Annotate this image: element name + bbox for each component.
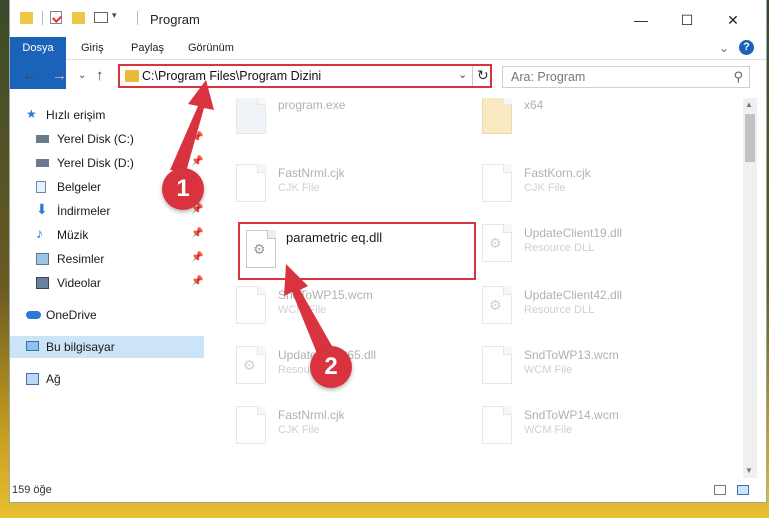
callout-badge-2: 2 [310, 346, 352, 388]
quick-access-dropdown-icon[interactable]: ▾ [112, 10, 126, 24]
scroll-up-icon[interactable]: ▲ [745, 100, 753, 109]
file-item[interactable]: SndToWP15.wcm WCM File [214, 280, 444, 332]
dll-file-icon: ⚙ [482, 286, 512, 324]
file-list: program.exe x64 FastNrml.cjk CJK File Fa… [214, 98, 740, 478]
file-item[interactable]: SndToWP13.wcm WCM File [460, 340, 690, 392]
title-bar: ▾ Program — ☐ ✕ [10, 0, 766, 37]
sidebar-item-onedrive[interactable]: OneDrive [10, 304, 204, 326]
search-input[interactable]: Ara: Program ⚲ [502, 66, 750, 88]
sidebar-item-this-pc[interactable]: Bu bilgisayar [10, 336, 204, 358]
file-item[interactable]: ⚙ UpdateClient19.dll Resource DLL [460, 218, 690, 270]
music-icon: ♪ [36, 225, 43, 241]
address-path: C:\Program Files\Program Dizini [142, 69, 322, 83]
pin-icon: 📌 [191, 252, 204, 263]
file-icon [236, 286, 266, 324]
documents-icon [36, 181, 46, 193]
drive-icon [36, 159, 49, 167]
cloud-icon [26, 311, 41, 319]
folder-icon [482, 98, 512, 134]
scroll-down-icon[interactable]: ▼ [745, 466, 753, 475]
computer-icon [26, 341, 39, 351]
close-button[interactable]: ✕ [710, 8, 756, 32]
file-icon [236, 164, 266, 202]
star-icon: ★ [26, 107, 37, 121]
gear-icon: ⚙ [243, 357, 256, 373]
sidebar-item-quick-access[interactable]: ★ Hızlı erişim [10, 104, 204, 126]
file-item[interactable]: FastNrml.cjk CJK File [214, 158, 444, 210]
divider [472, 66, 473, 86]
tab-home[interactable]: Giriş [81, 37, 104, 59]
properties-icon[interactable] [50, 11, 62, 24]
maximize-button[interactable]: ☐ [664, 8, 710, 32]
pin-icon: 📌 [191, 156, 204, 167]
minimize-button[interactable]: — [618, 8, 664, 32]
folder-icon [20, 12, 33, 24]
address-bar[interactable]: C:\Program Files\Program Dizini ⌄ ↻ [118, 64, 492, 88]
new-folder-icon[interactable] [72, 12, 85, 24]
file-item[interactable]: FastNrml.cjk CJK File [214, 400, 444, 452]
dll-file-icon: ⚙ [236, 346, 266, 384]
status-bar: 159 öğe [10, 478, 766, 502]
up-button[interactable]: ↑ [96, 67, 104, 84]
file-item[interactable]: SndToWP14.wcm WCM File [460, 400, 690, 452]
sidebar-item-network[interactable]: Ağ [10, 368, 204, 390]
file-item[interactable]: x64 [460, 98, 690, 142]
file-icon [236, 406, 266, 444]
pin-icon: 📌 [191, 132, 204, 143]
network-icon [26, 373, 39, 385]
recent-locations-button[interactable]: ⌄ [78, 70, 86, 81]
ribbon-tabs: Dosya Giriş Paylaş Görünüm ⌄ ? [10, 37, 766, 89]
customize-toolbar-icon[interactable] [94, 12, 108, 23]
dll-file-icon: ⚙ [482, 224, 512, 262]
divider [42, 11, 43, 25]
file-item-highlighted[interactable]: ⚙ parametric eq.dll [238, 222, 476, 280]
pin-icon: 📌 [191, 228, 204, 239]
videos-icon [36, 277, 49, 289]
search-placeholder: Ara: Program [511, 70, 586, 84]
file-item[interactable]: ⚙ UpdateClient42.dll Resource DLL [460, 280, 690, 332]
file-item[interactable]: program.exe [214, 98, 444, 142]
drive-icon [36, 135, 49, 143]
exe-file-icon [236, 98, 266, 134]
gear-icon: ⚙ [489, 297, 502, 313]
file-icon [482, 406, 512, 444]
dll-file-icon: ⚙ [246, 230, 276, 268]
gear-icon: ⚙ [489, 235, 502, 251]
search-icon: ⚲ [733, 69, 743, 84]
sidebar-item-pictures[interactable]: Resimler 📌 [10, 248, 204, 270]
pictures-icon [36, 253, 49, 265]
window-title: Program [150, 12, 200, 27]
gear-icon: ⚙ [253, 241, 266, 257]
back-button[interactable]: ← [22, 67, 37, 84]
chevron-down-icon[interactable]: ⌄ [458, 68, 467, 81]
explorer-window: ▾ Program — ☐ ✕ Dosya Giriş Paylaş Görün… [10, 0, 766, 502]
ribbon-expand-icon[interactable]: ⌄ [719, 37, 729, 59]
callout-badge-1: 1 [162, 168, 204, 210]
forward-button[interactable]: → [52, 67, 67, 84]
file-item[interactable]: FastKorn.cjk CJK File [460, 158, 690, 210]
vertical-scrollbar[interactable]: ▲ ▼ [743, 98, 757, 478]
file-icon [482, 164, 512, 202]
sidebar-item-videos[interactable]: Videolar 📌 [10, 272, 204, 294]
item-count: 159 öğe [12, 484, 52, 496]
tab-share[interactable]: Paylaş [131, 37, 164, 59]
large-icons-view-icon[interactable] [737, 485, 749, 495]
help-icon[interactable]: ? [739, 40, 754, 55]
pin-icon: 📌 [191, 276, 204, 287]
refresh-button[interactable]: ↻ [477, 67, 489, 84]
sidebar-item-disk-c[interactable]: Yerel Disk (C:) 📌 [10, 128, 204, 150]
file-icon [482, 346, 512, 384]
navigation-pane: ★ Hızlı erişim Yerel Disk (C:) 📌 Yerel D… [10, 98, 204, 478]
divider [137, 11, 138, 25]
scroll-thumb[interactable] [745, 114, 755, 162]
details-view-icon[interactable] [714, 485, 726, 495]
tab-view[interactable]: Görünüm [188, 37, 234, 59]
sidebar-item-music[interactable]: ♪ Müzik 📌 [10, 224, 204, 246]
folder-icon [125, 70, 139, 82]
download-icon: ⬇ [36, 201, 48, 217]
